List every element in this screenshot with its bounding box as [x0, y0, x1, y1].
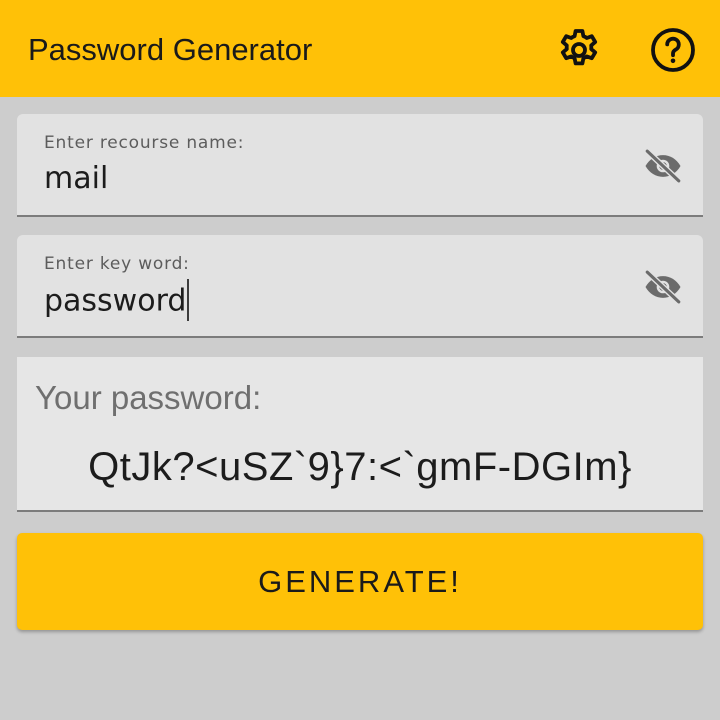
eye-off-icon	[644, 148, 682, 184]
help-button[interactable]	[648, 25, 698, 75]
key-word-field[interactable]: Enter key word: password	[17, 235, 703, 338]
result-label: Your password:	[35, 379, 262, 416]
toggle-resource-visibility-button[interactable]	[640, 146, 686, 186]
generate-button[interactable]: GENERATE!	[17, 533, 703, 630]
settings-button[interactable]	[554, 25, 604, 75]
key-word-value: password	[44, 283, 187, 319]
eye-off-icon	[644, 269, 682, 305]
resource-name-input[interactable]: mail	[44, 160, 108, 198]
help-circle-icon	[651, 28, 695, 72]
resource-name-field[interactable]: Enter recourse name: mail	[17, 114, 703, 217]
key-word-label: Enter key word:	[44, 254, 190, 274]
gear-icon	[560, 29, 598, 66]
text-cursor	[187, 279, 190, 321]
app-title: Password Generator	[28, 32, 313, 67]
resource-name-label: Enter recourse name:	[44, 133, 245, 153]
password-result-card: Your password: QtJk?<uSZ`9}7:<`gmF-DGIm}	[17, 357, 703, 512]
app-bar: Password Generator	[0, 0, 720, 97]
key-word-input[interactable]: password	[44, 279, 190, 323]
toggle-key-word-visibility-button[interactable]	[640, 267, 686, 307]
generated-password[interactable]: QtJk?<uSZ`9}7:<`gmF-DGIm}	[17, 445, 703, 490]
